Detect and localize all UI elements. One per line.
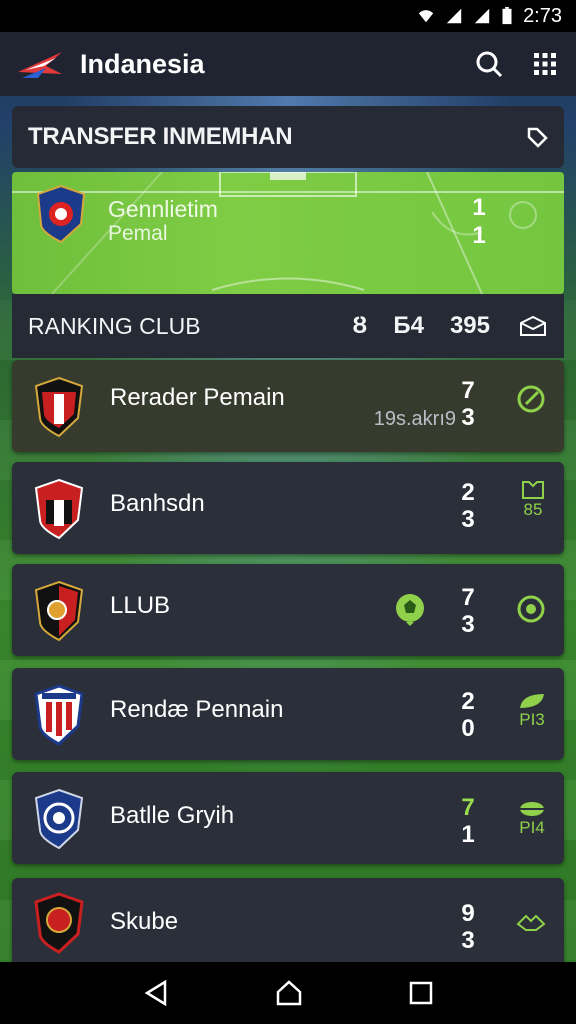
transfer-title: TRANSFER INMEMHAN	[28, 123, 293, 150]
club-action-label: PI3	[519, 710, 545, 729]
target-icon	[517, 385, 545, 413]
wifi-icon	[418, 10, 434, 23]
score-top: 7	[461, 584, 475, 611]
club-row[interactable]: Rerader Pemain 19s.akrı9 7 3	[12, 360, 564, 452]
score-bottom: 3	[461, 506, 475, 533]
score-top: 2	[461, 688, 475, 715]
featured-match-card[interactable]: Gennlietim Pemal 1 1	[12, 172, 564, 294]
transfer-header[interactable]: TRANSFER INMEMHAN	[12, 106, 564, 168]
menu-grid-button[interactable]	[530, 49, 560, 79]
ranking-stat: 395	[449, 312, 490, 339]
club-score: 7 3	[456, 377, 480, 431]
club-crest-icon	[34, 580, 84, 642]
home-icon[interactable]	[274, 978, 304, 1008]
club-name: Rerader Pemain	[110, 384, 285, 411]
club-action[interactable]	[516, 594, 546, 624]
back-icon[interactable]	[143, 979, 169, 1007]
club-action[interactable]	[516, 384, 546, 414]
club-row[interactable]: LLUB 7 3	[12, 564, 564, 656]
club-crest-icon	[36, 184, 86, 244]
club-name: Batlle Gryih	[110, 802, 235, 829]
ranking-stat: Ƃ4	[393, 312, 424, 339]
club-crest-icon	[34, 478, 84, 540]
score-top: 9	[461, 900, 475, 927]
search-icon	[476, 51, 503, 78]
ball-icon	[396, 594, 424, 626]
club-name: Skube	[110, 908, 179, 935]
score-bottom: 1	[461, 821, 475, 848]
recents-icon[interactable]	[409, 981, 433, 1005]
ranking-stat: Ȣ	[352, 312, 368, 339]
tag-icon[interactable]	[526, 126, 548, 148]
club-action[interactable]: 85	[520, 480, 546, 520]
leaf-icon	[520, 694, 544, 708]
club-score: 9 3	[456, 900, 480, 954]
club-crest-icon	[34, 892, 84, 954]
signal-icon	[446, 8, 462, 24]
club-crest-icon	[34, 788, 84, 850]
battery-icon	[502, 7, 512, 25]
club-name: Banhsdn	[110, 490, 205, 517]
club-action[interactable]	[516, 912, 546, 932]
system-nav-bar	[0, 962, 576, 1024]
score-top: 7	[461, 377, 475, 404]
club-action[interactable]: PI3	[518, 692, 546, 730]
score-bottom: 3	[461, 927, 475, 954]
club-crest-icon	[34, 376, 84, 438]
ranking-header: RANKING CLUB Ȣ Ƃ4 395	[12, 294, 564, 358]
score-bottom: 3	[461, 404, 475, 431]
status-time: 2:73	[523, 4, 562, 27]
score-top: 2	[461, 479, 475, 506]
club-row[interactable]: Rendæ Pennain 2 0 PI3	[12, 668, 564, 760]
score-top: 7	[461, 794, 475, 821]
app-bar: Indanesia	[0, 32, 576, 96]
club-score: 7 3	[456, 584, 480, 638]
club-row[interactable]: Banhsdn 2 3 85	[12, 462, 564, 554]
shirt-icon	[522, 481, 544, 499]
club-crest-icon	[34, 684, 84, 746]
club-action-label: PI4	[519, 818, 545, 837]
ball-icon	[520, 802, 544, 816]
grid-icon	[534, 53, 556, 75]
score-top: 1	[472, 194, 486, 221]
signal-icon	[474, 8, 490, 24]
score-bottom: 0	[461, 715, 475, 742]
featured-club-sub: Pemal	[108, 222, 168, 245]
club-row[interactable]: Skube 9 3	[12, 878, 564, 962]
club-score: 2 3	[456, 479, 480, 533]
app-logo-icon	[18, 52, 62, 78]
club-score: 2 0	[456, 688, 480, 742]
club-name: LLUB	[110, 592, 171, 619]
handshake-icon	[516, 914, 546, 931]
app-title: Indanesia	[80, 48, 205, 79]
featured-score: 1 1	[467, 194, 491, 250]
search-button[interactable]	[474, 49, 504, 79]
ball-icon	[509, 201, 537, 229]
score-bottom: 3	[461, 611, 475, 638]
club-row[interactable]: Batlle Gryih 7 1 PI4	[12, 772, 564, 864]
score-bottom: 1	[472, 222, 486, 249]
club-name: Rendæ Pennain	[110, 696, 284, 723]
fold-icon[interactable]	[518, 314, 548, 338]
club-extra: 19s.akrı9	[373, 408, 456, 430]
club-action[interactable]: PI4	[518, 800, 546, 838]
ranking-title: RANKING CLUB	[28, 312, 201, 339]
featured-club-name: Gennlietim	[108, 196, 218, 222]
club-score: 7 1	[456, 794, 480, 848]
status-bar: 2:73	[0, 0, 576, 32]
ball-icon	[517, 595, 545, 623]
club-action-label: 85	[523, 500, 543, 519]
